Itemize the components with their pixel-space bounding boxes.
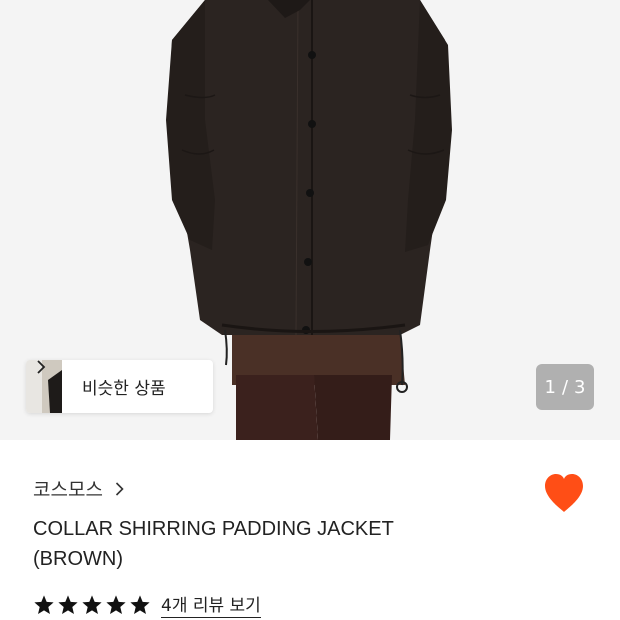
star-rating <box>33 594 153 616</box>
star-icon <box>34 594 54 614</box>
page-separator: / <box>561 376 569 398</box>
image-page-counter: 1 / 3 <box>536 364 594 410</box>
brand-name: 코스모스 <box>33 479 103 501</box>
star-icon <box>106 594 126 614</box>
star-icon <box>82 594 102 614</box>
similar-products-label: 비슷한 상품 <box>82 379 166 399</box>
star-icon <box>58 594 78 614</box>
current-page: 1 <box>544 376 556 398</box>
chevron-right-icon <box>37 360 46 374</box>
similar-products-button[interactable]: 비슷한 상품 <box>26 360 213 413</box>
rating-row: 4개 리뷰 보기 <box>33 591 261 618</box>
review-link[interactable]: 4개 리뷰 보기 <box>161 591 261 618</box>
brand-link[interactable]: 코스모스 <box>33 475 124 502</box>
product-image-gallery[interactable]: 비슷한 상품 1 / 3 <box>0 0 620 440</box>
chevron-right-icon <box>115 481 124 496</box>
star-icon <box>130 594 150 614</box>
product-title-line1: COLLAR SHIRRING PADDING JACKET <box>33 518 394 540</box>
product-title-line2: (BROWN) <box>33 548 123 570</box>
product-title: COLLAR SHIRRING PADDING JACKET (BROWN) <box>33 514 503 574</box>
heart-icon[interactable] <box>542 472 586 514</box>
total-pages: 3 <box>574 376 586 398</box>
